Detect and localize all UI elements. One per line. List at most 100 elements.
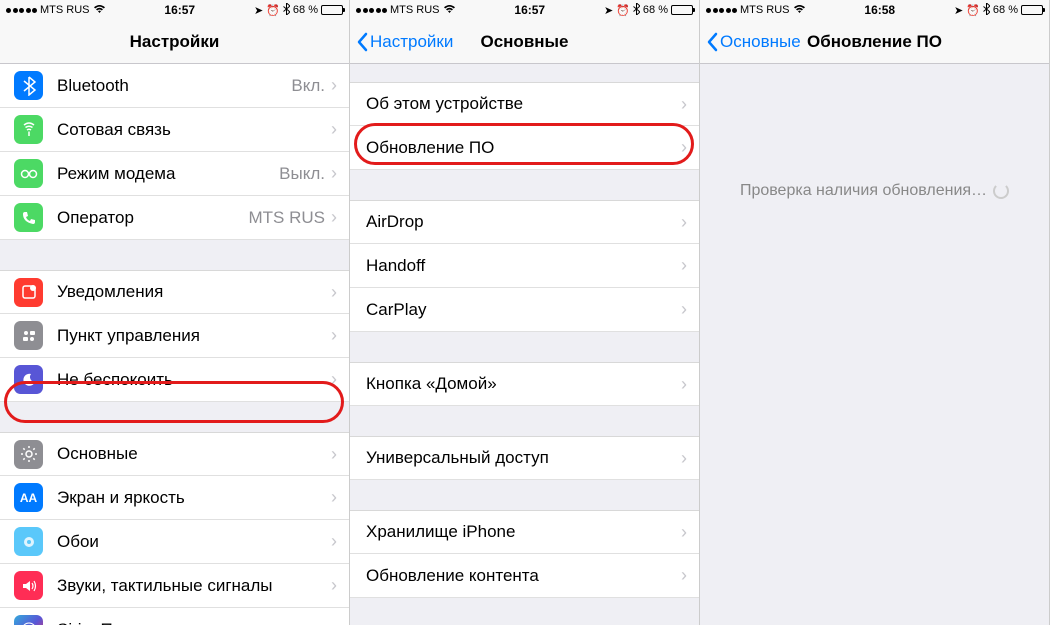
row-airdrop[interactable]: AirDrop › (350, 200, 699, 244)
signal-icon (356, 8, 387, 13)
status-bar: MTS RUS 16:57 ➤ ⏰ 68 % (350, 0, 699, 20)
control-center-icon (14, 321, 43, 350)
chevron-right-icon: › (331, 207, 337, 228)
back-label: Настройки (370, 32, 453, 52)
battery-pct: 68 % (993, 4, 1018, 16)
software-update-panel: MTS RUS 16:58 ➤ ⏰ 68 % Основные Обновлен… (700, 0, 1050, 625)
row-hotspot[interactable]: Режим модема Выкл. › (0, 152, 349, 196)
row-label: Об этом устройстве (366, 94, 681, 114)
chevron-right-icon: › (331, 325, 337, 346)
gear-icon (14, 440, 43, 469)
row-carplay[interactable]: CarPlay › (350, 288, 699, 332)
chevron-right-icon: › (331, 487, 337, 508)
row-accessibility[interactable]: Универсальный доступ › (350, 436, 699, 480)
row-about[interactable]: Об этом устройстве › (350, 82, 699, 126)
signal-icon (6, 8, 37, 13)
row-notifications[interactable]: Уведомления › (0, 270, 349, 314)
chevron-right-icon: › (681, 565, 687, 586)
carrier-label: MTS RUS (740, 4, 790, 16)
row-label: Экран и яркость (57, 488, 331, 508)
row-label: AirDrop (366, 212, 681, 232)
wifi-icon (793, 4, 806, 17)
row-sounds[interactable]: Звуки, тактильные сигналы › (0, 564, 349, 608)
row-bg-refresh[interactable]: Обновление контента › (350, 554, 699, 598)
nav-bar: Настройки Основные (350, 20, 699, 64)
chevron-right-icon: › (331, 75, 337, 96)
location-icon: ➤ (254, 4, 263, 17)
battery-icon (321, 5, 343, 15)
chevron-right-icon: › (331, 163, 337, 184)
settings-list[interactable]: Bluetooth Вкл. › Сотовая связь › Режим м… (0, 64, 349, 625)
chevron-right-icon: › (331, 119, 337, 140)
row-label: Уведомления (57, 282, 331, 302)
row-value: MTS RUS (249, 208, 326, 228)
location-icon: ➤ (954, 4, 963, 17)
bluetooth-icon (633, 3, 640, 18)
row-display[interactable]: AA Экран и яркость › (0, 476, 349, 520)
row-label: Кнопка «Домой» (366, 374, 681, 394)
row-home-button[interactable]: Кнопка «Домой» › (350, 362, 699, 406)
chevron-right-icon: › (331, 575, 337, 596)
nav-bar: Настройки (0, 20, 349, 64)
row-dnd[interactable]: Не беспокоить › (0, 358, 349, 402)
row-storage[interactable]: Хранилище iPhone › (350, 510, 699, 554)
row-carrier[interactable]: Оператор MTS RUS › (0, 196, 349, 240)
row-cellular[interactable]: Сотовая связь › (0, 108, 349, 152)
bluetooth-icon (283, 3, 290, 18)
row-wallpaper[interactable]: Обои › (0, 520, 349, 564)
display-icon: AA (14, 483, 43, 512)
row-general[interactable]: Основные › (0, 432, 349, 476)
row-value: Выкл. (279, 164, 325, 184)
chevron-right-icon: › (331, 369, 337, 390)
row-label: Пункт управления (57, 326, 331, 346)
row-label: Обновление ПО (366, 138, 681, 158)
row-label: Siri и Поиск (57, 620, 331, 625)
battery-icon (671, 5, 693, 15)
alarm-icon: ⏰ (616, 4, 630, 17)
row-label: Основные (57, 444, 331, 464)
cellular-icon (14, 115, 43, 144)
bluetooth-icon (983, 3, 990, 18)
row-software-update[interactable]: Обновление ПО › (350, 126, 699, 170)
bluetooth-app-icon (14, 71, 43, 100)
chevron-right-icon: › (331, 531, 337, 552)
battery-pct: 68 % (643, 4, 668, 16)
row-value: Вкл. (291, 76, 325, 96)
chevron-right-icon: › (681, 137, 687, 158)
row-label: Bluetooth (57, 76, 291, 96)
checking-label: Проверка наличия обновления… (740, 182, 987, 200)
back-button[interactable]: Основные (700, 32, 801, 52)
status-time: 16:58 (864, 3, 895, 17)
chevron-right-icon: › (681, 522, 687, 543)
chevron-right-icon: › (331, 444, 337, 465)
row-label: CarPlay (366, 300, 681, 320)
row-label: Оператор (57, 208, 249, 228)
row-control-center[interactable]: Пункт управления › (0, 314, 349, 358)
back-button[interactable]: Настройки (350, 32, 453, 52)
row-label: Не беспокоить (57, 370, 331, 390)
location-icon: ➤ (604, 4, 613, 17)
row-label: Handoff (366, 256, 681, 276)
wifi-icon (443, 4, 456, 17)
hotspot-icon (14, 159, 43, 188)
general-list[interactable]: Об этом устройстве › Обновление ПО › Air… (350, 64, 699, 625)
sounds-icon (14, 571, 43, 600)
row-handoff[interactable]: Handoff › (350, 244, 699, 288)
row-bluetooth[interactable]: Bluetooth Вкл. › (0, 64, 349, 108)
row-label: Обои (57, 532, 331, 552)
battery-pct: 68 % (293, 4, 318, 16)
row-siri[interactable]: Siri и Поиск › (0, 608, 349, 625)
wallpaper-icon (14, 527, 43, 556)
nav-bar: Основные Обновление ПО (700, 20, 1049, 64)
carrier-label: MTS RUS (40, 4, 90, 16)
chevron-right-icon: › (681, 374, 687, 395)
back-label: Основные (720, 32, 801, 52)
status-bar: MTS RUS 16:58 ➤ ⏰ 68 % (700, 0, 1049, 20)
status-time: 16:57 (164, 3, 195, 17)
row-label: Режим модема (57, 164, 279, 184)
chevron-left-icon (706, 32, 718, 52)
chevron-right-icon: › (681, 299, 687, 320)
wifi-icon (93, 4, 106, 17)
alarm-icon: ⏰ (966, 4, 980, 17)
page-title: Настройки (0, 32, 349, 52)
